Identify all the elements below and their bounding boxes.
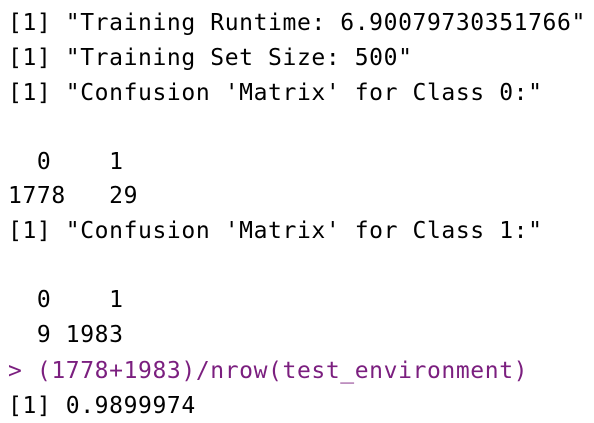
training-set-size-line: [1] "Training Set Size: 500" bbox=[8, 45, 413, 71]
class0-matrix-header-line: 0 1 bbox=[8, 149, 124, 175]
class1-matrix-header-line: 0 1 bbox=[8, 287, 124, 313]
top-edge-fade bbox=[0, 0, 594, 6]
accuracy-result-line: [1] 0.9899974 bbox=[8, 393, 196, 419]
class1-matrix-values-line: 9 1983 bbox=[8, 322, 124, 348]
r-console-output: [1] "Training Runtime: 6.90079730351766"… bbox=[8, 0, 594, 422]
class0-matrix-values-line: 1778 29 bbox=[8, 183, 139, 209]
class0-matrix-title-line: [1] "Confusion 'Matrix' for Class 0:" bbox=[8, 80, 543, 106]
class1-matrix-title-line: [1] "Confusion 'Matrix' for Class 1:" bbox=[8, 218, 543, 244]
accuracy-command-line[interactable]: > (1778+1983)/nrow(test_environment) bbox=[8, 354, 528, 388]
runtime-output-line: [1] "Training Runtime: 6.90079730351766" bbox=[8, 10, 586, 36]
